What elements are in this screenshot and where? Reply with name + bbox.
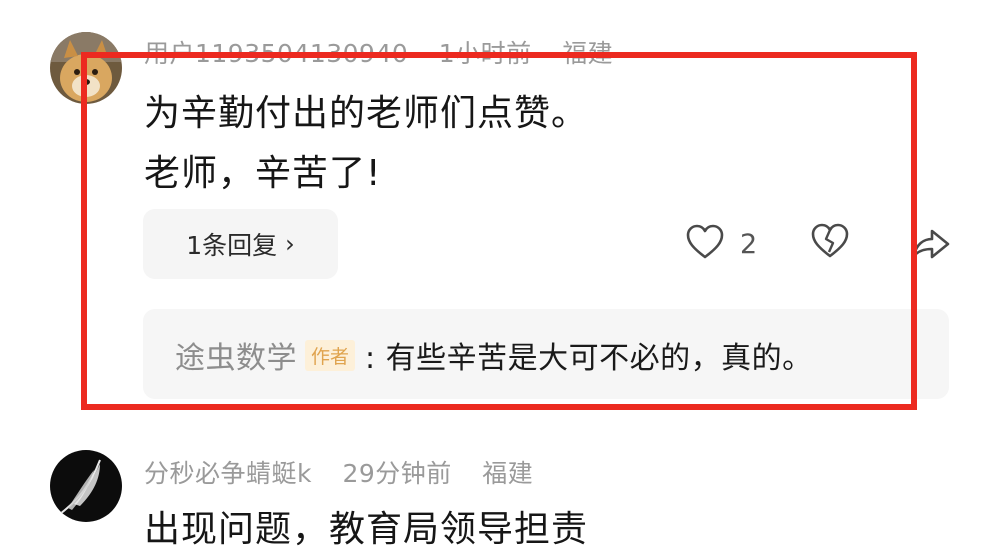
view-replies-button[interactable]: 1条回复 › bbox=[143, 209, 338, 279]
comment-meta: 用户119350413094​0 1小时前 福建 bbox=[144, 34, 635, 70]
avatar[interactable] bbox=[50, 32, 122, 104]
comment-line: 为辛勤付出的老师们点赞。 bbox=[144, 93, 589, 134]
author-reply-text: : 有些辛苦是大可不必的，真的。 bbox=[365, 341, 813, 376]
comment-line: 出现问题，教育局领导担责 bbox=[144, 509, 589, 550]
reply-count-label: 1条回复 bbox=[186, 231, 278, 260]
avatar[interactable] bbox=[50, 450, 122, 522]
comment-location: 福建 bbox=[562, 39, 614, 68]
author-reply[interactable]: 途虫数学 作者 : 有些辛苦是大可不必的，真的。 bbox=[143, 309, 949, 399]
author-name[interactable]: 途虫数学 bbox=[175, 333, 297, 377]
comment-line: 老师，辛苦了! bbox=[144, 153, 382, 194]
comment-time: 1小时前 bbox=[438, 39, 532, 68]
comment-time: 29分钟前 bbox=[342, 459, 452, 488]
heart-outline-icon bbox=[686, 224, 724, 264]
share-button[interactable] bbox=[910, 222, 950, 266]
broken-heart-icon bbox=[810, 223, 850, 264]
share-arrow-icon bbox=[910, 229, 950, 266]
dislike-button[interactable] bbox=[810, 222, 850, 264]
comment-location: 福建 bbox=[482, 459, 534, 488]
like-button[interactable]: 2 bbox=[686, 222, 757, 266]
like-count: 2 bbox=[740, 228, 758, 260]
username[interactable]: 分秒必争蜻蜓k bbox=[144, 459, 312, 488]
username[interactable]: 用户119350413094​0 bbox=[144, 39, 408, 68]
author-badge: 作者 bbox=[305, 339, 356, 371]
chevron-right-icon: › bbox=[285, 230, 295, 258]
comment-meta: 分秒必争蜻蜓k 29分钟前 福建 bbox=[144, 454, 555, 490]
